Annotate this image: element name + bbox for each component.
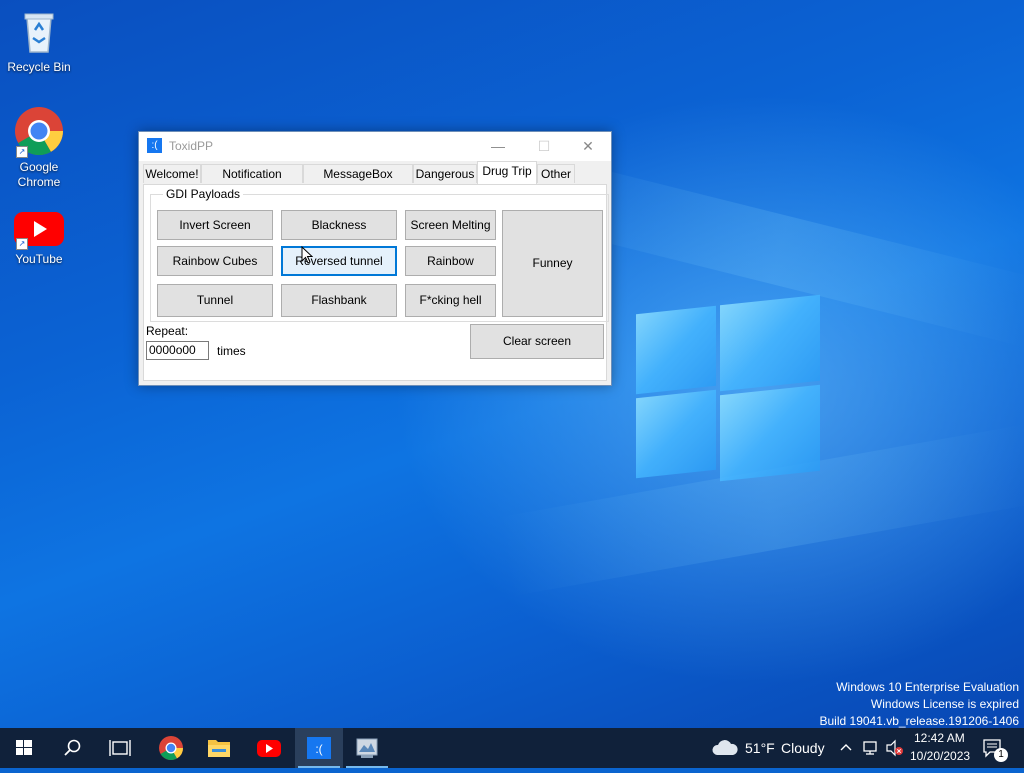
rainbow-cubes-button[interactable]: Rainbow Cubes — [157, 246, 273, 276]
repeat-input[interactable]: 0000o00 — [146, 341, 209, 360]
app-icon[interactable] — [343, 728, 391, 768]
taskbar: :( 51°F Cloudy 12:42 AM 10/20/2023 1 — [0, 728, 1024, 768]
youtube-icon: ↗ — [14, 212, 64, 250]
desktop-icon-google-chrome[interactable]: ↗ Google Chrome — [1, 106, 77, 190]
times-label: times — [217, 344, 246, 358]
tab-other[interactable]: Other — [537, 164, 575, 183]
clock-date[interactable]: 10/20/2023 — [910, 749, 970, 763]
weather-cloud-icon[interactable] — [711, 738, 739, 758]
gdi-payloads-group: GDI Payloads Invert Screen Blackness Scr… — [150, 187, 609, 322]
flashbank-button[interactable]: Flashbank — [281, 284, 397, 317]
invert-screen-button[interactable]: Invert Screen — [157, 210, 273, 240]
file-explorer-icon[interactable] — [195, 728, 243, 768]
tab-drug-trip[interactable]: Drug Trip — [477, 161, 537, 184]
youtube-icon[interactable] — [245, 728, 293, 768]
window-title: ToxidPP — [169, 139, 214, 153]
tab-dangerous[interactable]: Dangerous — [413, 164, 477, 183]
notification-badge: 1 — [994, 748, 1008, 762]
minimize-button[interactable]: — — [475, 132, 521, 161]
funney-button[interactable]: Funney — [502, 210, 603, 317]
desktop-icon-youtube[interactable]: ↗ YouTube — [1, 212, 77, 266]
network-icon[interactable] — [862, 739, 880, 757]
chrome-icon: ↗ — [14, 106, 64, 158]
tab-page-drug-trip: GDI Payloads Invert Screen Blackness Scr… — [143, 184, 609, 381]
mouse-cursor — [301, 245, 314, 264]
chevron-up-icon[interactable] — [838, 740, 854, 756]
tunnel-button[interactable]: Tunnel — [157, 284, 273, 317]
blackness-button[interactable]: Blackness — [281, 210, 397, 240]
start-icon[interactable] — [0, 728, 48, 768]
tab-welcome[interactable]: Welcome! — [143, 164, 201, 183]
toxidpp-window: :( ToxidPP — ☐ ✕ Welcome! Notification C… — [138, 131, 612, 386]
desktop-icon-label: Google Chrome — [17, 160, 61, 189]
shortcut-arrow-icon: ↗ — [16, 238, 28, 250]
close-button[interactable]: ✕ — [565, 132, 611, 161]
search-icon[interactable] — [48, 728, 96, 768]
recycle-bin-icon — [19, 8, 59, 56]
shortcut-arrow-icon: ↗ — [16, 146, 28, 158]
chrome-icon[interactable] — [147, 728, 195, 768]
watermark-line: Windows License is expired — [870, 697, 1019, 711]
toxidpp-icon[interactable]: :( — [295, 728, 343, 768]
screen-melting-button[interactable]: Screen Melting — [405, 210, 496, 240]
volume-muted-icon[interactable] — [885, 739, 905, 757]
title-bar[interactable]: :( ToxidPP — ☐ ✕ — [139, 132, 611, 161]
clock-time[interactable]: 12:42 AM — [914, 731, 965, 745]
reversed-tunnel-button[interactable]: Reversed tunnel — [281, 246, 397, 276]
fcking-hell-button[interactable]: F*cking hell — [405, 284, 496, 317]
group-label: GDI Payloads — [163, 187, 244, 201]
repeat-label: Repeat: — [146, 324, 189, 338]
weather-temp[interactable]: 51°F — [745, 740, 775, 756]
desktop-icon-recycle-bin[interactable]: Recycle Bin — [1, 8, 77, 74]
tab-messagebox-creator[interactable]: MessageBox Creator — [303, 164, 413, 200]
desktop-icon-label: Recycle Bin — [7, 60, 71, 74]
windows-logo-wallpaper — [636, 290, 824, 482]
watermark-line: Windows 10 Enterprise Evaluation — [836, 680, 1019, 694]
app-icon: :( — [147, 138, 162, 153]
desktop-icon-label: YouTube — [15, 252, 63, 266]
watermark-line: Build 19041.vb_release.191206-1406 — [819, 714, 1020, 728]
maximize-button[interactable]: ☐ — [521, 132, 567, 161]
tab-notification-creator[interactable]: Notification Creator — [201, 164, 303, 200]
svg-text::(: :( — [315, 742, 322, 756]
rainbow-button[interactable]: Rainbow — [405, 246, 496, 276]
weather-condition[interactable]: Cloudy — [781, 740, 825, 756]
clear-screen-button[interactable]: Clear screen — [470, 324, 604, 359]
task-view-icon[interactable] — [96, 728, 144, 768]
windows-activation-watermark: Windows 10 Enterprise Evaluation Windows… — [820, 679, 1020, 728]
